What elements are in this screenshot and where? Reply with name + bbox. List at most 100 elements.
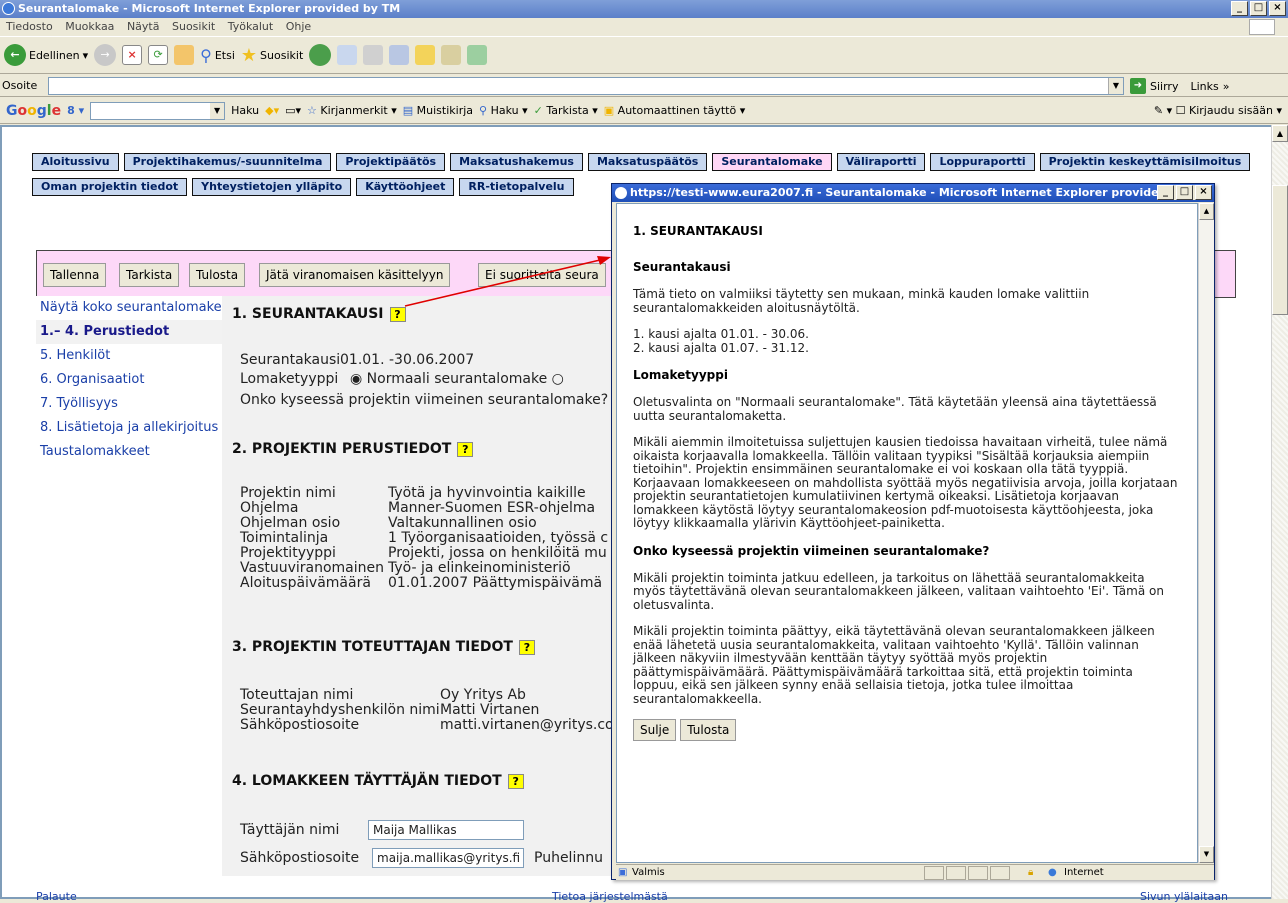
- leftnav-show-all[interactable]: Näytä koko seurantalomake: [36, 296, 222, 320]
- forward-button[interactable]: →: [94, 44, 117, 66]
- scroll-thumb[interactable]: [1272, 185, 1288, 315]
- filler-email-row: Sähköpostiosoite maija.mallikas@yritys.fi…: [240, 848, 603, 868]
- google-search-input[interactable]: ▼: [90, 101, 226, 120]
- check-button[interactable]: Tarkista: [119, 263, 180, 287]
- help-icon-s3[interactable]: ?: [518, 640, 535, 655]
- popup-scroll-up-icon[interactable]: ▲: [1199, 203, 1214, 220]
- menu-edit[interactable]: Muokkaa: [65, 20, 114, 33]
- leftnav-organisaatiot[interactable]: 6. Organisaatiot: [36, 368, 222, 392]
- popup-minimize-button[interactable]: _: [1157, 185, 1174, 200]
- leftnav-henkilot[interactable]: 5. Henkilöt: [36, 344, 222, 368]
- label-authority: Vastuuviranomainen: [240, 560, 385, 576]
- top-link[interactable]: Sivun ylälaitaan: [1140, 890, 1228, 903]
- google-dropdown-icon[interactable]: ▼: [210, 102, 225, 119]
- links-label[interactable]: Links: [1190, 80, 1218, 93]
- close-button[interactable]: ×: [1269, 1, 1286, 16]
- nav-seurantalomake[interactable]: Seurantalomake: [712, 153, 832, 171]
- submit-button[interactable]: Jätä viranomaisen käsittelyyn: [259, 263, 451, 287]
- leftnav-lisatietoja[interactable]: 8. Lisätietoja ja allekirjoitus: [36, 416, 222, 440]
- help-icon-s2[interactable]: ?: [457, 442, 474, 457]
- value-implementer: Oy Yritys Ab: [440, 687, 526, 703]
- about-link[interactable]: Tietoa järjestelmästä: [552, 890, 668, 903]
- google-search2-button[interactable]: ⚲ Haku ▾: [479, 104, 528, 117]
- nav-projektipaatos[interactable]: Projektipäätös: [336, 153, 446, 171]
- go-button[interactable]: ➜ Siirry Links »: [1130, 78, 1229, 94]
- nav-kayttoohjeet[interactable]: Käyttöohjeet: [356, 178, 455, 196]
- bookmark-icon[interactable]: ◆▾: [265, 104, 279, 117]
- google-toolbar: Google 8 ▾ ▼ Haku ◆▾ ▭▾ ☆ Kirjanmerkit ▾…: [0, 98, 1288, 124]
- favorites-button[interactable]: ★ Suosikit: [241, 45, 303, 66]
- print-button[interactable]: Tulosta: [189, 263, 246, 287]
- popup-text-last-yes: Mikäli projektin toiminta päättyy, eikä …: [633, 624, 1155, 706]
- google-menu-icon[interactable]: 8 ▾: [67, 104, 84, 117]
- folder-icon[interactable]: [415, 45, 436, 65]
- address-dropdown-icon[interactable]: ▼: [1108, 78, 1123, 94]
- popup-blocker-icon[interactable]: ▭▾: [285, 104, 301, 117]
- nav-valiraportti[interactable]: Väliraportti: [836, 153, 926, 171]
- nav-loppuraportti[interactable]: Loppuraportti: [930, 153, 1035, 171]
- back-dropdown-icon[interactable]: ▾: [83, 49, 89, 62]
- help-popup-window: https://testi-www.eura2007.fi - Seuranta…: [611, 183, 1215, 880]
- go-arrow-icon: ➜: [1130, 78, 1146, 94]
- status-page-icon: ▣: [618, 867, 628, 878]
- spellcheck-button[interactable]: ✓ Tarkista ▾: [534, 104, 598, 117]
- nav-oman-projektin-tiedot[interactable]: Oman projektin tiedot: [32, 178, 188, 196]
- nav-projektihakemus[interactable]: Projektihakemus/-suunnitelma: [123, 153, 332, 171]
- research-icon[interactable]: [441, 45, 462, 65]
- help-icon-s4[interactable]: ?: [507, 774, 524, 789]
- leftnav-taustalomakkeet[interactable]: Taustalomakkeet: [36, 440, 222, 464]
- popup-scroll-down-icon[interactable]: ▼: [1199, 846, 1214, 863]
- stop-icon[interactable]: ×: [122, 45, 143, 65]
- type-radio-correction[interactable]: ○: [552, 371, 564, 387]
- autofill-button[interactable]: ▣ Automaattinen täyttö ▾: [604, 104, 745, 117]
- signin-button[interactable]: ✎ ▾ ☐ Kirjaudu sisään ▾: [1154, 104, 1282, 117]
- leftnav-perustiedot[interactable]: 1.– 4. Perustiedot: [36, 320, 222, 344]
- menu-favorites[interactable]: Suosikit: [172, 20, 215, 33]
- menu-file[interactable]: Tiedosto: [6, 20, 53, 33]
- popup-print-btn[interactable]: Tulosta: [680, 719, 737, 741]
- type-radio-normal[interactable]: ◉: [350, 371, 362, 387]
- nav-rr-tietopalvelu[interactable]: RR-tietopalvelu: [459, 178, 574, 196]
- chevron-right-icon[interactable]: »: [1223, 80, 1230, 93]
- history-icon[interactable]: [309, 44, 332, 66]
- address-input[interactable]: ▼: [48, 77, 1124, 95]
- nav-maksatuspaatos[interactable]: Maksatuspäätös: [587, 153, 708, 171]
- scroll-up-icon[interactable]: ▲: [1272, 125, 1288, 142]
- notebook-button[interactable]: ▤ Muistikirja: [403, 104, 473, 117]
- edit-icon[interactable]: [389, 45, 410, 65]
- feedback-link[interactable]: Palaute: [36, 890, 77, 903]
- messenger-icon[interactable]: [467, 45, 488, 65]
- bookmarks-button[interactable]: ☆ Kirjanmerkit ▾: [307, 104, 397, 117]
- filler-name-input[interactable]: Maija Mallikas: [368, 820, 524, 840]
- save-button[interactable]: Tallenna: [43, 263, 107, 287]
- home-icon[interactable]: [174, 45, 195, 65]
- print-icon[interactable]: [363, 45, 384, 65]
- popup-maximize-button[interactable]: □: [1176, 185, 1193, 200]
- nav-maksatushakemus[interactable]: Maksatushakemus: [450, 153, 583, 171]
- nav-yhteystiedot[interactable]: Yhteystietojen ylläpito: [192, 178, 352, 196]
- leftnav-tyollisyys[interactable]: 7. Työllisyys: [36, 392, 222, 416]
- nav-aloitussivu[interactable]: Aloitussivu: [32, 153, 119, 171]
- mail-icon[interactable]: [337, 45, 358, 65]
- popup-close-button[interactable]: ×: [1195, 185, 1212, 200]
- label-email: Sähköpostiosoite: [240, 717, 360, 733]
- filler-email-label: Sähköpostiosoite: [240, 850, 360, 866]
- refresh-icon[interactable]: ⟳: [148, 45, 169, 65]
- filler-email-input[interactable]: maija.mallikas@yritys.fi: [372, 848, 524, 868]
- popup-close-btn[interactable]: Sulje: [633, 719, 677, 741]
- maximize-button[interactable]: □: [1250, 1, 1267, 16]
- minimize-button[interactable]: _: [1231, 1, 1248, 16]
- page-scrollbar[interactable]: ▲: [1271, 125, 1288, 899]
- back-button[interactable]: ← Edellinen ▾: [4, 44, 88, 66]
- no-outputs-button[interactable]: Ei suoritteita seura: [478, 263, 606, 287]
- menu-view[interactable]: Näytä: [127, 20, 160, 33]
- nav-keskeyttamisilmoitus[interactable]: Projektin keskeyttämisilmoitus: [1039, 153, 1251, 171]
- menu-help[interactable]: Ohje: [286, 20, 311, 33]
- popup-text-period: Tämä tieto on valmiiksi täytetty sen muk…: [633, 287, 1090, 315]
- help-icon-s1[interactable]: ?: [389, 307, 406, 322]
- search-button[interactable]: ⚲ Etsi: [200, 46, 235, 65]
- autofill-icon: ▣: [603, 104, 615, 117]
- popup-scrollbar[interactable]: ▲ ▼: [1198, 203, 1214, 863]
- menu-tools[interactable]: Työkalut: [228, 20, 274, 33]
- google-search-button[interactable]: Haku: [231, 104, 259, 117]
